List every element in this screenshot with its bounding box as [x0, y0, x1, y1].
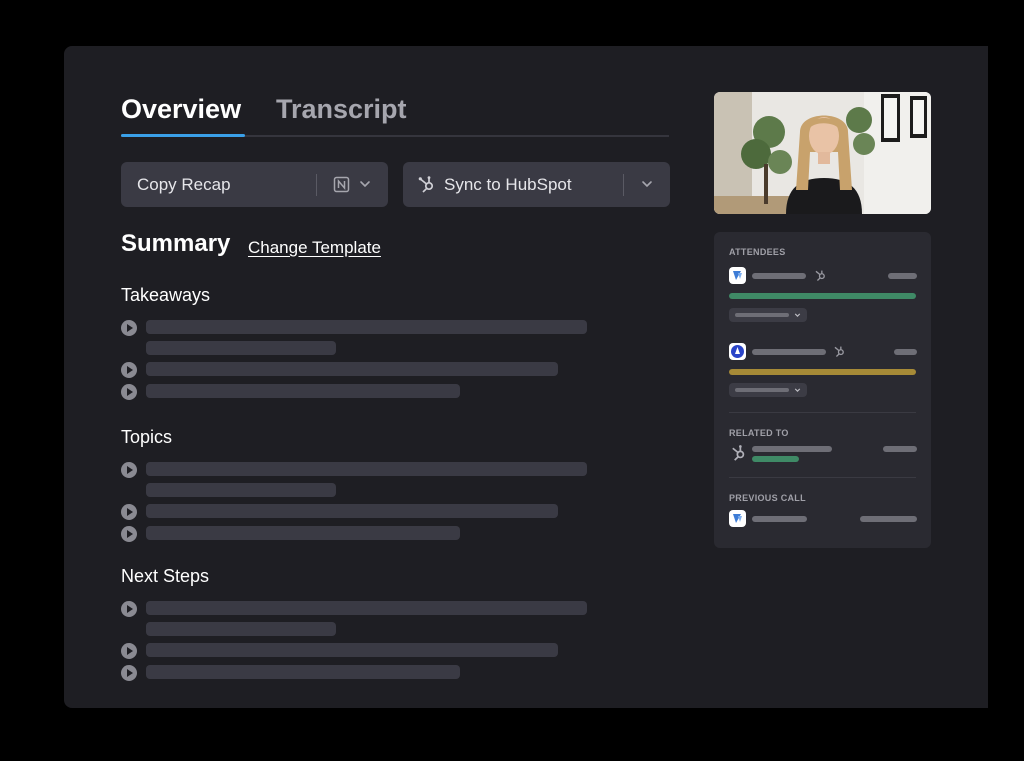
- play-icon[interactable]: [121, 504, 137, 520]
- company-logo-icon: [729, 343, 746, 360]
- takeaway-line-placeholder: [146, 362, 558, 376]
- tab-transcript[interactable]: Transcript: [276, 94, 407, 125]
- play-icon[interactable]: [121, 526, 137, 542]
- next-step-line-placeholder: [146, 601, 587, 615]
- speaker-video-image: [714, 92, 931, 214]
- attendee-role-dropdown[interactable]: [729, 308, 807, 322]
- play-icon[interactable]: [121, 362, 137, 378]
- chevron-down-icon: [794, 313, 801, 317]
- play-icon[interactable]: [121, 601, 137, 617]
- tab-bar: Overview Transcript: [121, 94, 669, 138]
- section-divider: [729, 412, 916, 413]
- previous-call-label: PREVIOUS CALL: [729, 493, 806, 503]
- active-tab-indicator: [121, 134, 245, 137]
- chevron-down-icon[interactable]: [358, 177, 372, 191]
- related-to-label: RELATED TO: [729, 428, 789, 438]
- copy-recap-button[interactable]: Copy Recap: [121, 162, 388, 207]
- notion-icon[interactable]: [333, 176, 350, 193]
- related-record-status-bar: [752, 456, 799, 462]
- attendees-label: ATTENDEES: [729, 247, 786, 257]
- attendee-talk-time-bar: [729, 293, 916, 299]
- play-icon[interactable]: [121, 384, 137, 400]
- attendee-talk-time-bar: [729, 369, 916, 375]
- topic-line-placeholder: [146, 504, 558, 518]
- play-icon[interactable]: [121, 665, 137, 681]
- takeaway-line-placeholder: [146, 341, 336, 355]
- change-template-link[interactable]: Change Template: [248, 238, 381, 258]
- topic-line-placeholder: [146, 526, 460, 540]
- company-logo-icon: [729, 267, 746, 284]
- tab-overview-label: Overview: [121, 94, 242, 124]
- next-step-line-placeholder: [146, 665, 460, 679]
- play-icon[interactable]: [121, 643, 137, 659]
- section-divider: [729, 477, 916, 478]
- next-step-line-placeholder: [146, 643, 558, 657]
- button-separator: [623, 174, 624, 196]
- company-logo-icon: [733, 514, 742, 523]
- hubspot-icon[interactable]: [813, 268, 827, 282]
- attendee-name-placeholder: [752, 349, 826, 355]
- attendee-meta-placeholder: [894, 349, 917, 355]
- related-record-placeholder[interactable]: [752, 446, 832, 452]
- hubspot-icon: [732, 445, 745, 461]
- chevron-down-icon: [794, 388, 801, 392]
- company-logo-icon: [729, 510, 746, 527]
- next-step-line-placeholder: [146, 622, 336, 636]
- previous-call-placeholder[interactable]: [752, 516, 807, 522]
- sync-hubspot-label: Sync to HubSpot: [444, 174, 572, 194]
- attendee-role-dropdown[interactable]: [729, 383, 807, 397]
- role-placeholder: [735, 313, 789, 317]
- next-steps-heading: Next Steps: [121, 566, 210, 586]
- tab-transcript-label: Transcript: [276, 94, 407, 124]
- play-icon[interactable]: [121, 462, 137, 478]
- topics-heading: Topics: [121, 427, 173, 447]
- takeaways-heading: Takeaways: [121, 285, 211, 305]
- takeaway-line-placeholder: [146, 320, 587, 334]
- video-thumbnail[interactable]: [714, 92, 931, 214]
- topic-line-placeholder: [146, 462, 587, 476]
- previous-call-meta-placeholder: [860, 516, 917, 522]
- button-separator: [316, 174, 317, 196]
- meeting-details-card: ATTENDEES RELATED TO PREVIOUS CALL: [714, 232, 931, 548]
- copy-recap-label: Copy Recap: [137, 174, 231, 194]
- play-icon[interactable]: [121, 320, 137, 336]
- hubspot-icon: [418, 176, 434, 193]
- takeaway-line-placeholder: [146, 384, 460, 398]
- attendee-meta-placeholder: [888, 273, 917, 279]
- company-logo-icon: [731, 345, 744, 358]
- summary-title: Summary: [121, 230, 231, 257]
- hubspot-icon[interactable]: [832, 344, 846, 358]
- sync-hubspot-button[interactable]: Sync to HubSpot: [403, 162, 670, 207]
- company-logo-icon: [733, 271, 742, 280]
- attendee-name-placeholder: [752, 273, 806, 279]
- tab-overview[interactable]: Overview: [121, 94, 245, 137]
- role-placeholder: [735, 388, 789, 392]
- chevron-down-icon[interactable]: [640, 177, 654, 191]
- related-meta-placeholder: [883, 446, 917, 452]
- topic-line-placeholder: [146, 483, 336, 497]
